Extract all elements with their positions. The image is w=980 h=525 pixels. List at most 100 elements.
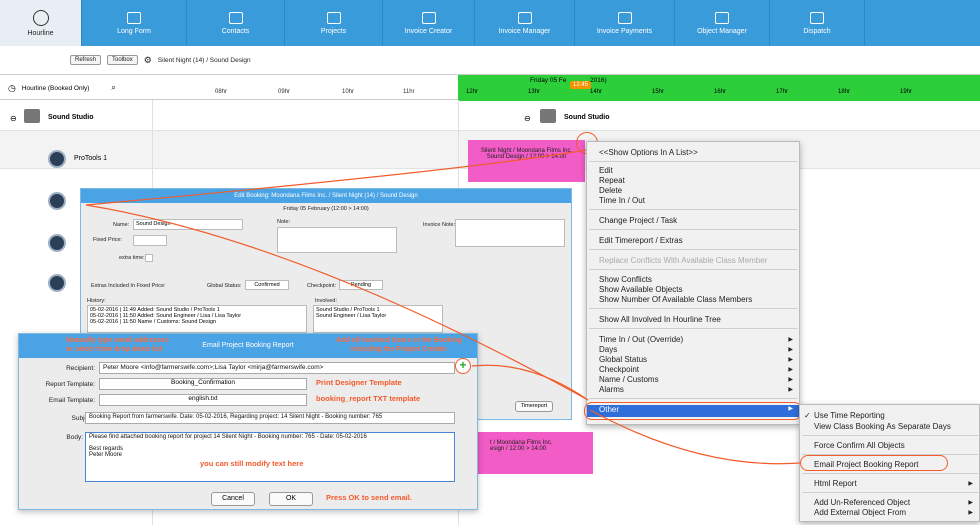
report-template-value: Booking_Confirmation — [171, 379, 235, 386]
email-template-select[interactable]: english.txt — [99, 394, 307, 406]
invoice-note-field[interactable] — [455, 219, 565, 247]
highlight-other — [584, 402, 802, 420]
nav-dispatch[interactable]: Dispatch — [770, 0, 865, 46]
submenu-arrow-icon: ▶ — [968, 510, 973, 516]
name-field[interactable]: Sound Design — [133, 219, 243, 230]
hour-label: 08hr — [215, 89, 228, 95]
global-status-select[interactable]: Confirmed — [245, 280, 289, 290]
nav-hourline[interactable]: Hourline — [0, 0, 82, 46]
studio-icon — [540, 109, 556, 123]
nav-long-form[interactable]: Long Form — [82, 0, 187, 46]
collapse-icon[interactable]: ⊖ — [10, 114, 17, 123]
date-tail: 2016) — [590, 77, 607, 84]
submenu-arrow-icon: ▶ — [788, 367, 793, 373]
register-icon — [617, 11, 632, 24]
annotation-modify: you can still modify text here — [200, 459, 304, 468]
booking-block[interactable]: Silent Night / Moondana Films Inc. Sound… — [468, 140, 585, 182]
protools-icon — [48, 150, 66, 168]
submenu-arrow-icon: ▶ — [788, 337, 793, 343]
add-involved-button[interactable]: + — [455, 358, 471, 374]
annotation-txt-template: booking_report TXT template — [316, 394, 421, 403]
menu-show-available[interactable]: Show Available Objects — [599, 285, 682, 294]
menu-show-list[interactable]: <<Show Options In A List>> — [599, 148, 698, 157]
submenu-view-class[interactable]: View Class Booking As Separate Days — [814, 422, 951, 431]
gear-icon[interactable]: ⚙ — [144, 55, 152, 66]
annotation-involved: Add all involved Users in the Booking inc… — [336, 336, 462, 354]
list-icon — [127, 11, 141, 24]
nav-label: Invoice Payments — [596, 27, 653, 35]
submenu-add-external[interactable]: Add External Object From — [814, 508, 906, 517]
involved-list: Sound Studio / ProTools 1 Sound Engineer… — [313, 305, 443, 333]
resource-icon — [48, 274, 66, 292]
menu-checkpoint[interactable]: Checkpoint — [599, 365, 639, 374]
note-field[interactable] — [277, 227, 397, 253]
briefcase-icon — [326, 11, 341, 24]
nav-label: Contacts — [221, 27, 250, 35]
timereport-button[interactable]: Timereport — [515, 401, 553, 412]
bank-icon — [517, 11, 532, 24]
extra-time-checkbox[interactable] — [145, 254, 153, 262]
menu-divider — [589, 229, 797, 230]
nav-projects[interactable]: Projects — [285, 0, 383, 46]
clock-icon: ◷ — [8, 82, 16, 93]
menu-alarms[interactable]: Alarms — [599, 385, 624, 394]
menu-divider — [589, 269, 797, 270]
submenu-force-confirm[interactable]: Force Confirm All Objects — [814, 441, 905, 450]
row-divider — [0, 130, 980, 131]
menu-global-status[interactable]: Global Status — [599, 355, 647, 364]
extra-time-label: extra time: — [119, 255, 145, 261]
annotation-press-ok: Press OK to send email. — [326, 493, 412, 502]
booking-block[interactable]: t / Moondana Films Inc. esign / 12:00 > … — [468, 432, 593, 474]
menu-delete[interactable]: Delete — [599, 186, 622, 195]
menu-show-conflicts[interactable]: Show Conflicts — [599, 275, 652, 284]
hour-label: 11hr — [403, 89, 415, 95]
involved-item[interactable]: Sound Engineer / Lisa Taylor — [316, 313, 440, 319]
hour-label: 13hr — [528, 89, 541, 95]
nav-invoice-payments[interactable]: Invoice Payments — [575, 0, 675, 46]
collapse-icon[interactable]: ⊖ — [524, 114, 531, 123]
menu-edit-timereport[interactable]: Edit Timereport / Extras — [599, 236, 683, 245]
menu-show-all[interactable]: Show All Involved In Hourline Tree — [599, 315, 721, 324]
body-field[interactable]: Please find attached booking report for … — [85, 432, 455, 482]
submenu-use-time[interactable]: Use Time Reporting — [814, 411, 885, 420]
nav-invoice-creator[interactable]: Invoice Creator — [383, 0, 475, 46]
menu-repeat[interactable]: Repeat — [599, 176, 625, 185]
submenu-html-report[interactable]: Html Report — [814, 479, 857, 488]
nav-object-manager[interactable]: Object Manager — [675, 0, 770, 46]
ok-button[interactable]: OK — [269, 492, 313, 506]
submenu-add-unref[interactable]: Add Un-Referenced Object — [814, 498, 910, 507]
menu-divider — [589, 209, 797, 210]
cancel-button[interactable]: Cancel — [211, 492, 255, 506]
nav-label: Long Form — [117, 27, 151, 35]
nav-label: Hourline — [27, 29, 54, 37]
menu-time-override[interactable]: Time In / Out (Override) — [599, 335, 683, 344]
fixed-price-field[interactable] — [133, 235, 167, 246]
hour-label: 10hr — [342, 89, 355, 95]
nav-invoice-manager[interactable]: Invoice Manager — [475, 0, 575, 46]
report-template-select[interactable]: Booking_Confirmation — [99, 378, 307, 390]
checkpoint-select[interactable]: Pending — [339, 280, 383, 290]
submenu-arrow-icon: ▶ — [968, 500, 973, 506]
menu-divider — [802, 473, 978, 474]
view-selector[interactable]: ◷ Hourline (Booked Only) ⌕ — [0, 75, 152, 101]
menu-time-in-out[interactable]: Time In / Out — [599, 196, 645, 205]
search-icon[interactable]: ⌕ — [111, 83, 115, 93]
menu-name-customs[interactable]: Name / Customs — [599, 375, 659, 384]
annotation-manual: Manually type email addresses or select f… — [66, 336, 169, 354]
subject-field[interactable]: Booking Report from farmerswife. Date: 0… — [85, 412, 455, 424]
body-line: Peter Moore — [89, 452, 123, 458]
menu-divider — [589, 398, 797, 399]
nav-contacts[interactable]: Contacts — [187, 0, 285, 46]
toolbox-button[interactable]: Toolbox — [107, 55, 138, 65]
refresh-button[interactable]: Refresh — [70, 55, 102, 65]
nav-label: Invoice Manager — [498, 27, 551, 35]
email-template-value: english.txt — [188, 395, 218, 402]
menu-change-project[interactable]: Change Project / Task — [599, 216, 677, 225]
edit-dialog-title: Edit Booking: Moondana Films Inc. / Sile… — [81, 189, 571, 203]
menu-days[interactable]: Days — [599, 345, 617, 354]
recipient-field[interactable]: Peter Moore <info@farmerswife.com>;Lisa … — [99, 362, 455, 374]
menu-edit[interactable]: Edit — [599, 166, 613, 175]
menu-show-number[interactable]: Show Number Of Available Class Members — [599, 295, 752, 304]
booking-line: esign / 12:00 > 14:00 — [490, 446, 547, 452]
email-template-label: Email Template: — [48, 397, 95, 404]
